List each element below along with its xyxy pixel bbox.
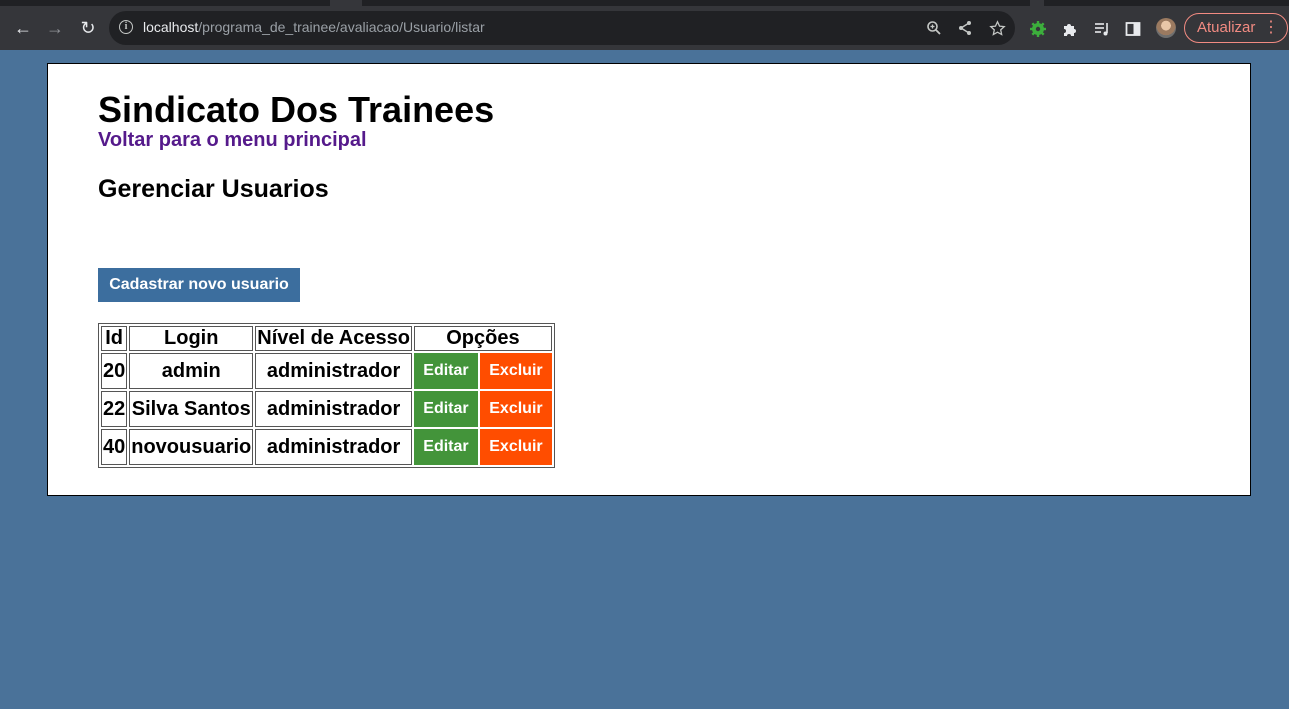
header-login: Login [129,326,254,351]
cell-options: Editar Excluir [413,429,552,465]
cell-login: novousuario [129,429,254,465]
extension-gear-icon[interactable] [1029,20,1047,38]
users-table: Id Login Nível de Acesso Opções 20 admin… [98,323,555,468]
new-user-button[interactable]: Cadastrar novo usuario [98,268,300,302]
edit-button[interactable]: Editar [413,391,478,427]
site-info-icon[interactable]: i [119,20,133,34]
zoom-icon[interactable] [923,17,945,39]
cell-options: Editar Excluir [413,391,552,427]
bookmark-star-icon[interactable] [986,17,1008,39]
address-bar[interactable]: i localhost/programa_de_trainee/avaliaca… [109,11,1015,45]
share-icon[interactable] [954,17,976,39]
section-title: Gerenciar Usuarios [98,175,329,203]
update-browser-button[interactable]: Atualizar ⋮ [1184,13,1288,43]
extensions-puzzle-icon[interactable] [1061,20,1079,38]
url-host: localhost [143,19,199,35]
site-title: Sindicato Dos Trainees [98,89,495,130]
delete-button[interactable]: Excluir [479,353,552,389]
cell-access-level: administrador [255,391,412,427]
header-access-level: Nível de Acesso [255,326,412,351]
update-label: Atualizar [1197,19,1256,36]
header-id: Id [101,326,128,351]
cell-id: 40 [101,429,128,465]
forward-arrow-icon[interactable]: → [41,14,69,42]
profile-avatar[interactable] [1156,18,1176,38]
cell-login: Silva Santos [129,391,254,427]
cell-options: Editar Excluir [413,353,552,389]
cell-id: 22 [101,391,128,427]
url-path: /programa_de_trainee/avaliacao/Usuario/l… [198,19,485,35]
edit-button[interactable]: Editar [413,353,478,389]
back-arrow-icon[interactable]: ← [9,14,37,42]
browser-toolbar: ← → ↻ i localhost/programa_de_trainee/av… [0,6,1289,50]
url-text[interactable]: localhost/programa_de_trainee/avaliacao/… [143,19,485,35]
edit-button[interactable]: Editar [413,429,478,465]
header-options: Opções [413,326,552,351]
cell-id: 20 [101,353,128,389]
table-row: 20 admin administrador Editar Excluir [101,353,552,389]
delete-button[interactable]: Excluir [479,391,552,427]
table-header-row: Id Login Nível de Acesso Opções [101,326,552,351]
content-card: Sindicato Dos Trainees Voltar para o men… [47,63,1251,496]
more-menu-icon[interactable]: ⋮ [1263,17,1279,37]
delete-button[interactable]: Excluir [479,429,552,465]
table-row: 40 novousuario administrador Editar Excl… [101,429,552,465]
back-to-menu-link[interactable]: Voltar para o menu principal [98,129,367,152]
cell-access-level: administrador [255,429,412,465]
side-panel-icon[interactable] [1124,20,1142,38]
table-row: 22 Silva Santos administrador Editar Exc… [101,391,552,427]
reload-icon[interactable]: ↻ [74,14,102,42]
cell-access-level: administrador [255,353,412,389]
cell-login: admin [129,353,254,389]
media-queue-icon[interactable] [1093,20,1111,38]
